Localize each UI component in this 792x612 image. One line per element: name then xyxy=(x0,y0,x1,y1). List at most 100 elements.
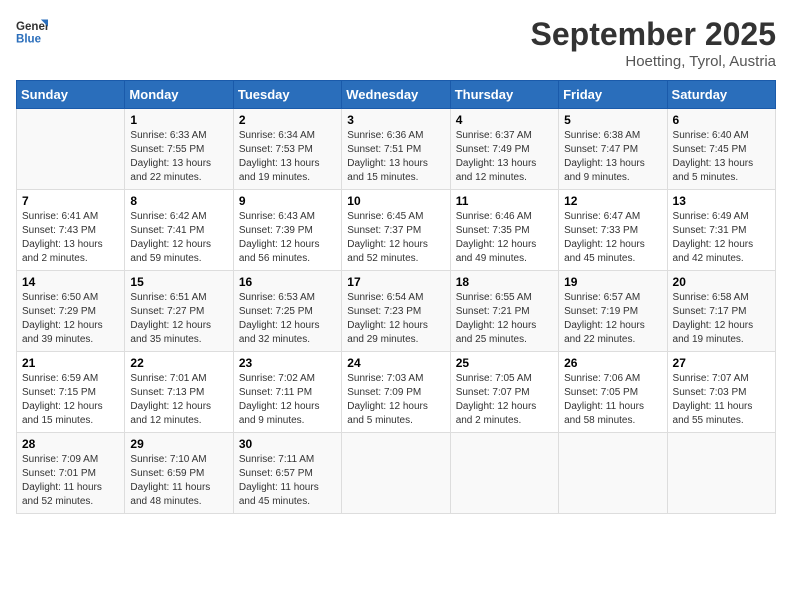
day-info: Sunrise: 6:40 AMSunset: 7:45 PMDaylight:… xyxy=(673,129,770,185)
calendar-cell: 18 Sunrise: 6:55 AMSunset: 7:21 PMDayligh… xyxy=(450,271,558,352)
calendar-cell: 21 Sunrise: 6:59 AMSunset: 7:15 PMDayligh… xyxy=(17,352,125,433)
weekday-header-sunday: Sunday xyxy=(17,81,125,109)
day-info: Sunrise: 6:45 AMSunset: 7:37 PMDaylight:… xyxy=(347,210,444,266)
day-number: 26 xyxy=(564,356,661,370)
calendar-cell: 16 Sunrise: 6:53 AMSunset: 7:25 PMDayligh… xyxy=(233,271,341,352)
calendar-cell: 23 Sunrise: 7:02 AMSunset: 7:11 PMDayligh… xyxy=(233,352,341,433)
day-number: 1 xyxy=(130,113,227,127)
day-info: Sunrise: 6:33 AMSunset: 7:55 PMDaylight:… xyxy=(130,129,227,185)
weekday-header-saturday: Saturday xyxy=(667,81,775,109)
day-info: Sunrise: 7:02 AMSunset: 7:11 PMDaylight:… xyxy=(239,372,336,428)
calendar-cell: 3 Sunrise: 6:36 AMSunset: 7:51 PMDaylight… xyxy=(342,109,450,190)
day-info: Sunrise: 6:57 AMSunset: 7:19 PMDaylight:… xyxy=(564,291,661,347)
day-info: Sunrise: 6:34 AMSunset: 7:53 PMDaylight:… xyxy=(239,129,336,185)
day-number: 21 xyxy=(22,356,119,370)
calendar-cell: 29Sunrise: 7:10 AMSunset: 6:59 PMDayligh… xyxy=(125,433,233,514)
day-info: Sunrise: 6:36 AMSunset: 7:51 PMDaylight:… xyxy=(347,129,444,185)
calendar-cell: 24 Sunrise: 7:03 AMSunset: 7:09 PMDayligh… xyxy=(342,352,450,433)
calendar-cell: 12 Sunrise: 6:47 AMSunset: 7:33 PMDayligh… xyxy=(559,190,667,271)
calendar-cell: 6 Sunrise: 6:40 AMSunset: 7:45 PMDaylight… xyxy=(667,109,775,190)
calendar-cell: 26 Sunrise: 7:06 AMSunset: 7:05 PMDayligh… xyxy=(559,352,667,433)
week-row-3: 14 Sunrise: 6:50 AMSunset: 7:29 PMDayligh… xyxy=(17,271,776,352)
calendar-cell: 5Sunrise: 6:38 AMSunset: 7:47 PMDaylight… xyxy=(559,109,667,190)
calendar-cell: 17 Sunrise: 6:54 AMSunset: 7:23 PMDayligh… xyxy=(342,271,450,352)
weekday-header-wednesday: Wednesday xyxy=(342,81,450,109)
weekday-header-friday: Friday xyxy=(559,81,667,109)
day-number: 12 xyxy=(564,194,661,208)
day-info: Sunrise: 6:43 AMSunset: 7:39 PMDaylight:… xyxy=(239,210,336,266)
calendar-cell: 10 Sunrise: 6:45 AMSunset: 7:37 PMDayligh… xyxy=(342,190,450,271)
day-info: Sunrise: 7:05 AMSunset: 7:07 PMDaylight:… xyxy=(456,372,553,428)
day-number: 29 xyxy=(130,437,227,451)
logo: General Blue xyxy=(16,16,48,48)
day-number: 6 xyxy=(673,113,770,127)
weekday-header-row: SundayMondayTuesdayWednesdayThursdayFrid… xyxy=(17,81,776,109)
day-info: Sunrise: 6:37 AMSunset: 7:49 PMDaylight:… xyxy=(456,129,553,185)
day-number: 28 xyxy=(22,437,119,451)
day-number: 15 xyxy=(130,275,227,289)
day-number: 19 xyxy=(564,275,661,289)
weekday-header-tuesday: Tuesday xyxy=(233,81,341,109)
day-number: 4 xyxy=(456,113,553,127)
calendar-cell: 22 Sunrise: 7:01 AMSunset: 7:13 PMDayligh… xyxy=(125,352,233,433)
day-info: Sunrise: 6:59 AMSunset: 7:15 PMDaylight:… xyxy=(22,372,119,428)
day-info: Sunrise: 6:54 AMSunset: 7:23 PMDaylight:… xyxy=(347,291,444,347)
svg-text:Blue: Blue xyxy=(16,34,42,46)
weekday-header-thursday: Thursday xyxy=(450,81,558,109)
day-info: Sunrise: 6:42 AMSunset: 7:41 PMDaylight:… xyxy=(130,210,227,266)
day-info: Sunrise: 6:50 AMSunset: 7:29 PMDaylight:… xyxy=(22,291,119,347)
day-number: 11 xyxy=(456,194,553,208)
day-info: Sunrise: 7:07 AMSunset: 7:03 PMDaylight:… xyxy=(673,372,770,428)
calendar-cell xyxy=(667,433,775,514)
day-number: 10 xyxy=(347,194,444,208)
day-number: 30 xyxy=(239,437,336,451)
day-info: Sunrise: 6:38 AMSunset: 7:47 PMDaylight:… xyxy=(564,129,661,185)
calendar-cell: 4 Sunrise: 6:37 AMSunset: 7:49 PMDaylight… xyxy=(450,109,558,190)
title-block: September 2025 Hoetting, Tyrol, Austria xyxy=(531,16,776,70)
day-info: Sunrise: 7:03 AMSunset: 7:09 PMDaylight:… xyxy=(347,372,444,428)
day-number: 14 xyxy=(22,275,119,289)
day-info: Sunrise: 6:47 AMSunset: 7:33 PMDaylight:… xyxy=(564,210,661,266)
day-number: 17 xyxy=(347,275,444,289)
day-number: 18 xyxy=(456,275,553,289)
day-number: 24 xyxy=(347,356,444,370)
calendar-cell: 25Sunrise: 7:05 AMSunset: 7:07 PMDayligh… xyxy=(450,352,558,433)
day-info: Sunrise: 6:53 AMSunset: 7:25 PMDaylight:… xyxy=(239,291,336,347)
day-info: Sunrise: 6:51 AMSunset: 7:27 PMDaylight:… xyxy=(130,291,227,347)
day-info: Sunrise: 6:58 AMSunset: 7:17 PMDaylight:… xyxy=(673,291,770,347)
day-info: Sunrise: 7:09 AMSunset: 7:01 PMDaylight:… xyxy=(22,453,119,509)
calendar-cell xyxy=(342,433,450,514)
week-row-5: 28 Sunrise: 7:09 AMSunset: 7:01 PMDayligh… xyxy=(17,433,776,514)
calendar-cell xyxy=(559,433,667,514)
day-info: Sunrise: 6:55 AMSunset: 7:21 PMDaylight:… xyxy=(456,291,553,347)
day-info: Sunrise: 7:01 AMSunset: 7:13 PMDaylight:… xyxy=(130,372,227,428)
calendar-table: SundayMondayTuesdayWednesdayThursdayFrid… xyxy=(16,80,776,514)
calendar-cell xyxy=(17,109,125,190)
day-number: 3 xyxy=(347,113,444,127)
calendar-cell xyxy=(450,433,558,514)
day-number: 20 xyxy=(673,275,770,289)
svg-text:General: General xyxy=(16,21,48,33)
day-number: 2 xyxy=(239,113,336,127)
month-title: September 2025 xyxy=(531,16,776,53)
calendar-cell: 1 Sunrise: 6:33 AMSunset: 7:55 PMDaylight… xyxy=(125,109,233,190)
calendar-cell: 20 Sunrise: 6:58 AMSunset: 7:17 PMDayligh… xyxy=(667,271,775,352)
calendar-cell: 8 Sunrise: 6:42 AMSunset: 7:41 PMDaylight… xyxy=(125,190,233,271)
day-number: 22 xyxy=(130,356,227,370)
calendar-cell: 30 Sunrise: 7:11 AMSunset: 6:57 PMDayligh… xyxy=(233,433,341,514)
day-info: Sunrise: 6:49 AMSunset: 7:31 PMDaylight:… xyxy=(673,210,770,266)
week-row-1: 1 Sunrise: 6:33 AMSunset: 7:55 PMDaylight… xyxy=(17,109,776,190)
page-header: General Blue September 2025 Hoetting, Ty… xyxy=(16,16,776,70)
day-info: Sunrise: 6:46 AMSunset: 7:35 PMDaylight:… xyxy=(456,210,553,266)
day-info: Sunrise: 7:11 AMSunset: 6:57 PMDaylight:… xyxy=(239,453,336,509)
day-number: 8 xyxy=(130,194,227,208)
day-info: Sunrise: 7:06 AMSunset: 7:05 PMDaylight:… xyxy=(564,372,661,428)
location: Hoetting, Tyrol, Austria xyxy=(531,53,776,70)
calendar-cell: 9Sunrise: 6:43 AMSunset: 7:39 PMDaylight… xyxy=(233,190,341,271)
day-number: 7 xyxy=(22,194,119,208)
calendar-cell: 11 Sunrise: 6:46 AMSunset: 7:35 PMDayligh… xyxy=(450,190,558,271)
calendar-cell: 14 Sunrise: 6:50 AMSunset: 7:29 PMDayligh… xyxy=(17,271,125,352)
day-number: 16 xyxy=(239,275,336,289)
calendar-cell: 13Sunrise: 6:49 AMSunset: 7:31 PMDayligh… xyxy=(667,190,775,271)
day-number: 23 xyxy=(239,356,336,370)
